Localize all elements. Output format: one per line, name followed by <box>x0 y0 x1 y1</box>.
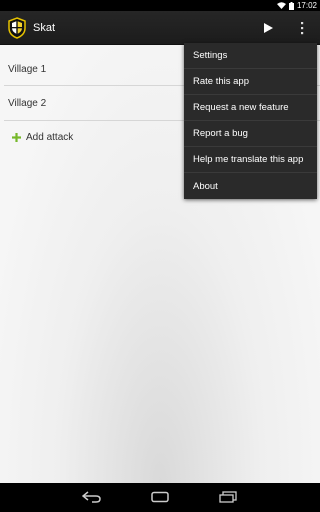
recent-apps-icon[interactable] <box>218 491 238 503</box>
menu-item-label: Help me translate this app <box>193 154 304 165</box>
menu-item-label: Rate this app <box>193 76 249 87</box>
menu-item-translate[interactable]: Help me translate this app <box>184 147 317 173</box>
battery-icon <box>288 1 294 10</box>
navigation-bar <box>0 483 320 512</box>
overflow-menu: Settings Rate this app Request a new fea… <box>184 43 317 199</box>
play-icon[interactable] <box>262 22 274 34</box>
back-icon[interactable] <box>82 491 102 503</box>
menu-item-settings[interactable]: Settings <box>184 43 317 69</box>
plus-icon <box>12 132 21 142</box>
list-item-label: Village 1 <box>8 63 47 75</box>
menu-item-report-bug[interactable]: Report a bug <box>184 121 317 147</box>
action-bar: Skat <box>0 11 320 45</box>
add-attack-label: Add attack <box>26 131 74 143</box>
add-attack-button[interactable]: Add attack <box>12 130 73 144</box>
menu-item-rate-app[interactable]: Rate this app <box>184 69 317 95</box>
app-logo-icon[interactable] <box>7 16 27 39</box>
menu-item-label: Report a bug <box>193 128 248 139</box>
list-item-label: Village 2 <box>8 97 47 109</box>
status-bar: 17:02 <box>0 0 320 11</box>
menu-item-label: Request a new feature <box>193 102 289 113</box>
menu-item-about[interactable]: About <box>184 173 317 199</box>
app-title: Skat <box>33 21 56 34</box>
overflow-menu-icon[interactable] <box>298 21 306 35</box>
status-time: 17:02 <box>296 1 317 10</box>
wifi-icon <box>276 2 286 9</box>
menu-item-label: Settings <box>193 50 228 61</box>
menu-item-request-feature[interactable]: Request a new feature <box>184 95 317 121</box>
menu-item-label: About <box>193 180 218 192</box>
home-icon[interactable] <box>150 491 170 503</box>
